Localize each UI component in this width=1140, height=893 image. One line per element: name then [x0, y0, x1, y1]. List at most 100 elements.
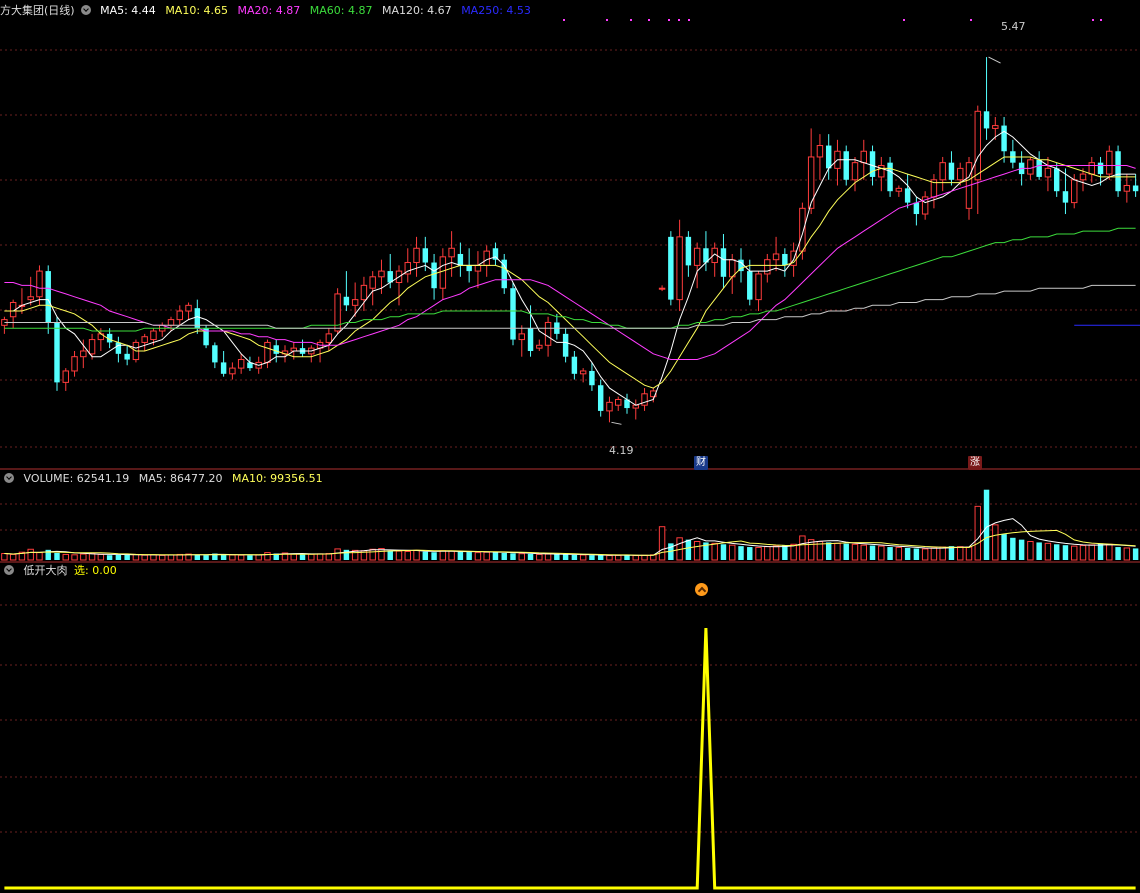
volume-bar: [264, 552, 271, 561]
dropdown-circle-icon[interactable]: [4, 473, 14, 483]
dropdown-circle-icon[interactable]: [80, 5, 91, 15]
volume-bar: [431, 552, 437, 560]
volume-bar: [1115, 547, 1121, 560]
finance-event-badge[interactable]: 财: [694, 456, 708, 470]
volume-bar: [1, 553, 8, 561]
event-dot: [630, 19, 632, 21]
high-price-label: 5.47: [1001, 20, 1026, 33]
candle-body: [782, 253, 788, 266]
volume-bar: [992, 524, 999, 561]
volume-bar: [220, 554, 227, 560]
ma20-label: MA20: 4.87: [237, 4, 301, 17]
candle-body: [597, 385, 604, 411]
volume-bar: [255, 554, 262, 561]
candle-body: [1123, 184, 1131, 192]
volume-bar: [641, 554, 648, 561]
candle-body: [325, 333, 333, 343]
candle-body: [448, 247, 455, 258]
candle-body: [1053, 168, 1060, 192]
volume-bar: [536, 553, 543, 561]
indicator-name: 低开大肉: [23, 564, 68, 577]
candle-body: [264, 341, 271, 363]
candle-body: [799, 207, 806, 252]
volume-bar: [54, 552, 60, 560]
volume-bar: [1123, 547, 1131, 561]
volume-bar: [97, 553, 105, 561]
candle-body: [755, 273, 762, 301]
volume-bar: [624, 555, 630, 560]
volume-bar: [457, 551, 464, 560]
candle-body: [466, 265, 472, 272]
volume-bar: [738, 546, 744, 560]
volume-bar: [395, 550, 403, 561]
candle-body: [360, 284, 368, 301]
ma120-label: MA120: 4.67: [381, 4, 452, 17]
volume-bar: [141, 554, 148, 561]
candle-body: [544, 321, 552, 346]
volume-bar: [1132, 548, 1139, 560]
low-price-label: 4.19: [609, 444, 634, 457]
candle-body: [115, 342, 122, 354]
ma5-label: MA5: 4.44: [100, 4, 156, 17]
volume-bar: [150, 554, 157, 561]
volume-bar: [80, 553, 87, 561]
rise-event-badge[interactable]: 涨: [968, 456, 982, 470]
ma250-label: MA250: 4.53: [461, 4, 531, 17]
candle-body: [1027, 159, 1034, 175]
signal-line: [4, 627, 1136, 890]
candle-body: [1044, 167, 1052, 178]
dropdown-circle-icon[interactable]: [4, 565, 14, 575]
volume-bar: [983, 489, 990, 560]
candle-body: [869, 151, 876, 177]
volume-bar: [1106, 543, 1113, 561]
volume-bar: [334, 548, 341, 561]
indicator-value: 选: 0.00: [74, 564, 117, 577]
candle-body: [816, 145, 824, 158]
volume-bar: [755, 546, 762, 561]
volume-bar: [878, 545, 885, 561]
volume-bar: [904, 547, 911, 560]
candle-body: [1088, 162, 1095, 175]
volume-bar: [62, 553, 69, 561]
candle-body: [150, 330, 157, 341]
volume-bar: [299, 554, 306, 560]
event-dot: [563, 19, 565, 21]
candle-body: [431, 262, 437, 289]
volume-bar: [466, 552, 472, 560]
volume-bar: [747, 547, 753, 560]
candle-body: [413, 247, 420, 264]
volume-bar: [843, 543, 849, 560]
candle-body: [851, 162, 859, 181]
candle-body: [88, 339, 96, 355]
volume-bar: [1097, 543, 1104, 560]
volume-bar: [974, 505, 981, 561]
candle-body: [589, 370, 595, 386]
candle-body: [237, 359, 245, 369]
candle-body: [212, 345, 218, 363]
volume-bar: [790, 543, 797, 561]
volume-bar: [167, 554, 175, 561]
volume-bar: [422, 551, 429, 560]
candle-body: [1001, 125, 1007, 152]
volume-bar: [851, 543, 859, 561]
volume-bar: [36, 552, 43, 561]
volume-bar: [834, 542, 841, 561]
candle-body: [887, 162, 893, 192]
candle-body: [904, 188, 911, 203]
event-dot: [970, 19, 972, 21]
signal-up-arrow-icon[interactable]: [695, 583, 708, 596]
candle-body: [273, 345, 279, 354]
volume-bar: [782, 545, 788, 560]
candle-body: [1106, 150, 1113, 175]
candle-body: [957, 167, 964, 181]
candle-body: [439, 256, 447, 289]
candle-body: [939, 162, 946, 181]
volume-bar: [510, 553, 516, 560]
candle-body: [536, 344, 543, 349]
candle-body: [860, 150, 867, 164]
candle-body: [895, 187, 903, 192]
candle-body: [571, 356, 578, 374]
candle-body: [747, 271, 753, 300]
volume-bar: [869, 545, 876, 560]
volume-bar: [9, 553, 17, 561]
